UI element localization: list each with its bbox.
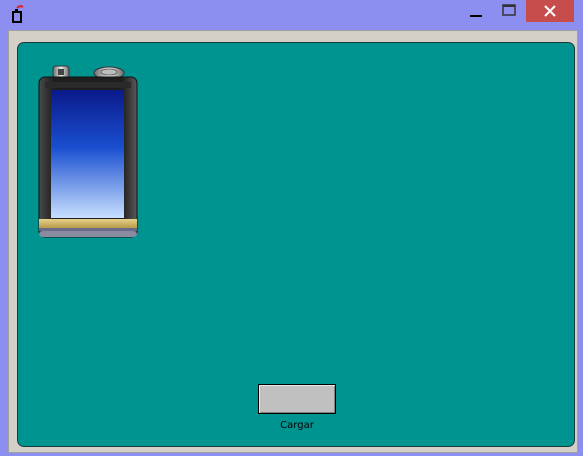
title-bar[interactable] — [0, 0, 583, 30]
battery-app-icon — [12, 5, 24, 23]
main-panel: Cargar — [17, 42, 575, 447]
battery-9v-icon — [38, 65, 138, 238]
close-button[interactable] — [526, 0, 574, 22]
charge-button[interactable] — [258, 384, 336, 414]
close-icon — [544, 5, 556, 17]
maximize-icon — [502, 4, 516, 16]
minimize-icon — [470, 15, 482, 17]
client-area: Cargar — [8, 30, 578, 453]
app-window: Cargar — [0, 0, 583, 456]
minimize-button[interactable] — [460, 0, 492, 22]
maximize-button[interactable] — [494, 0, 524, 22]
charge-caption: Cargar — [280, 420, 314, 431]
battery-charge-fill — [51, 90, 124, 218]
